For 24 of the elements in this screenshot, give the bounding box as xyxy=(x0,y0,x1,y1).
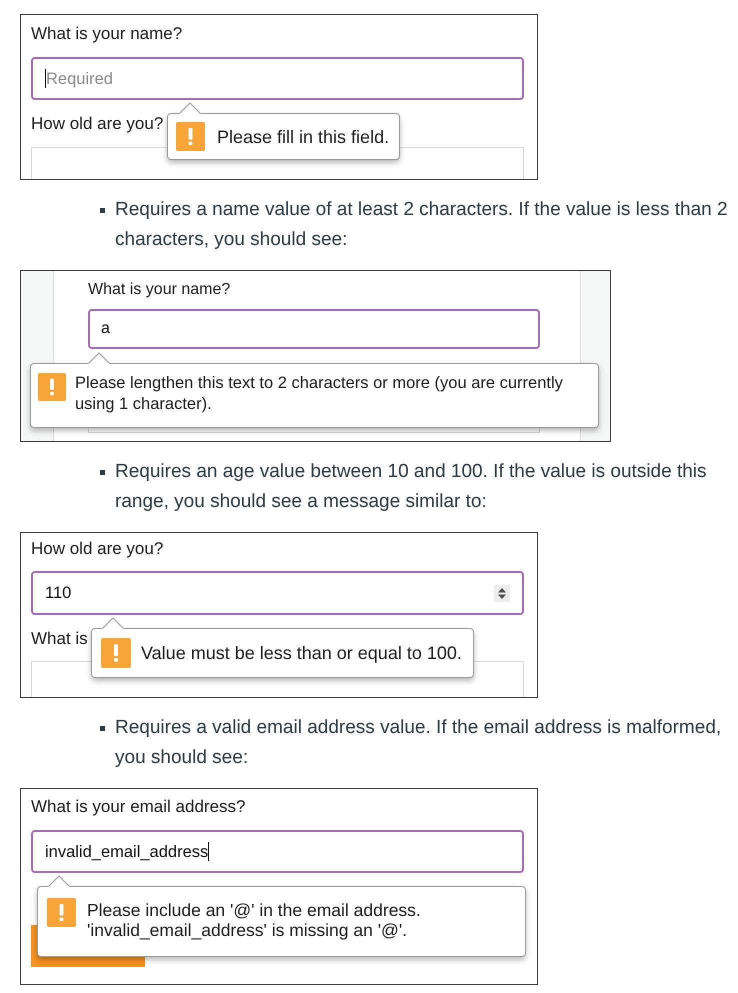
tooltip-message: Please fill in this field. xyxy=(217,126,390,146)
bullet-text: Requires a name value of at least 2 characters. If the value is less than 2 characters, you should see: xyxy=(115,198,729,252)
tooltip-message: Value must be less than or equal to 100. xyxy=(141,643,462,663)
exclamation-icon xyxy=(176,122,205,151)
field-label: How old are you? xyxy=(31,114,164,134)
text-input[interactable]: a xyxy=(88,309,540,349)
number-input[interactable]: 110 xyxy=(31,571,524,615)
text-input[interactable]: invalid_email_address xyxy=(31,830,524,873)
exclamation-icon xyxy=(38,373,66,401)
stepper-arrows-icon[interactable] xyxy=(494,584,510,602)
field-label: What is your name? xyxy=(31,24,184,44)
tooltip-message: Please lengthen this text to 2 characters or more (you are currently using 1 character). xyxy=(75,373,564,415)
field-label: What is your email address? xyxy=(31,797,246,817)
bullet-icon xyxy=(100,208,105,213)
field-label: What is your name? xyxy=(88,280,232,300)
bullet-text: Requires an age value between 10 and 100. If the value is outside this range, you should see a message similar to: xyxy=(115,460,708,514)
bullet-icon xyxy=(100,726,105,731)
field-label: How old are you? xyxy=(31,539,164,559)
field-label: What is xyxy=(31,629,89,649)
exclamation-icon xyxy=(101,638,131,668)
exclamation-icon xyxy=(47,898,76,927)
bullet-icon xyxy=(100,470,105,475)
tooltip-message: Please include an '@' in the email address. 'invalid_email_address' is missing an '@'. xyxy=(87,899,421,940)
bullet-text: Requires a valid email address value. If the email address is malformed, you should see: xyxy=(115,716,722,770)
